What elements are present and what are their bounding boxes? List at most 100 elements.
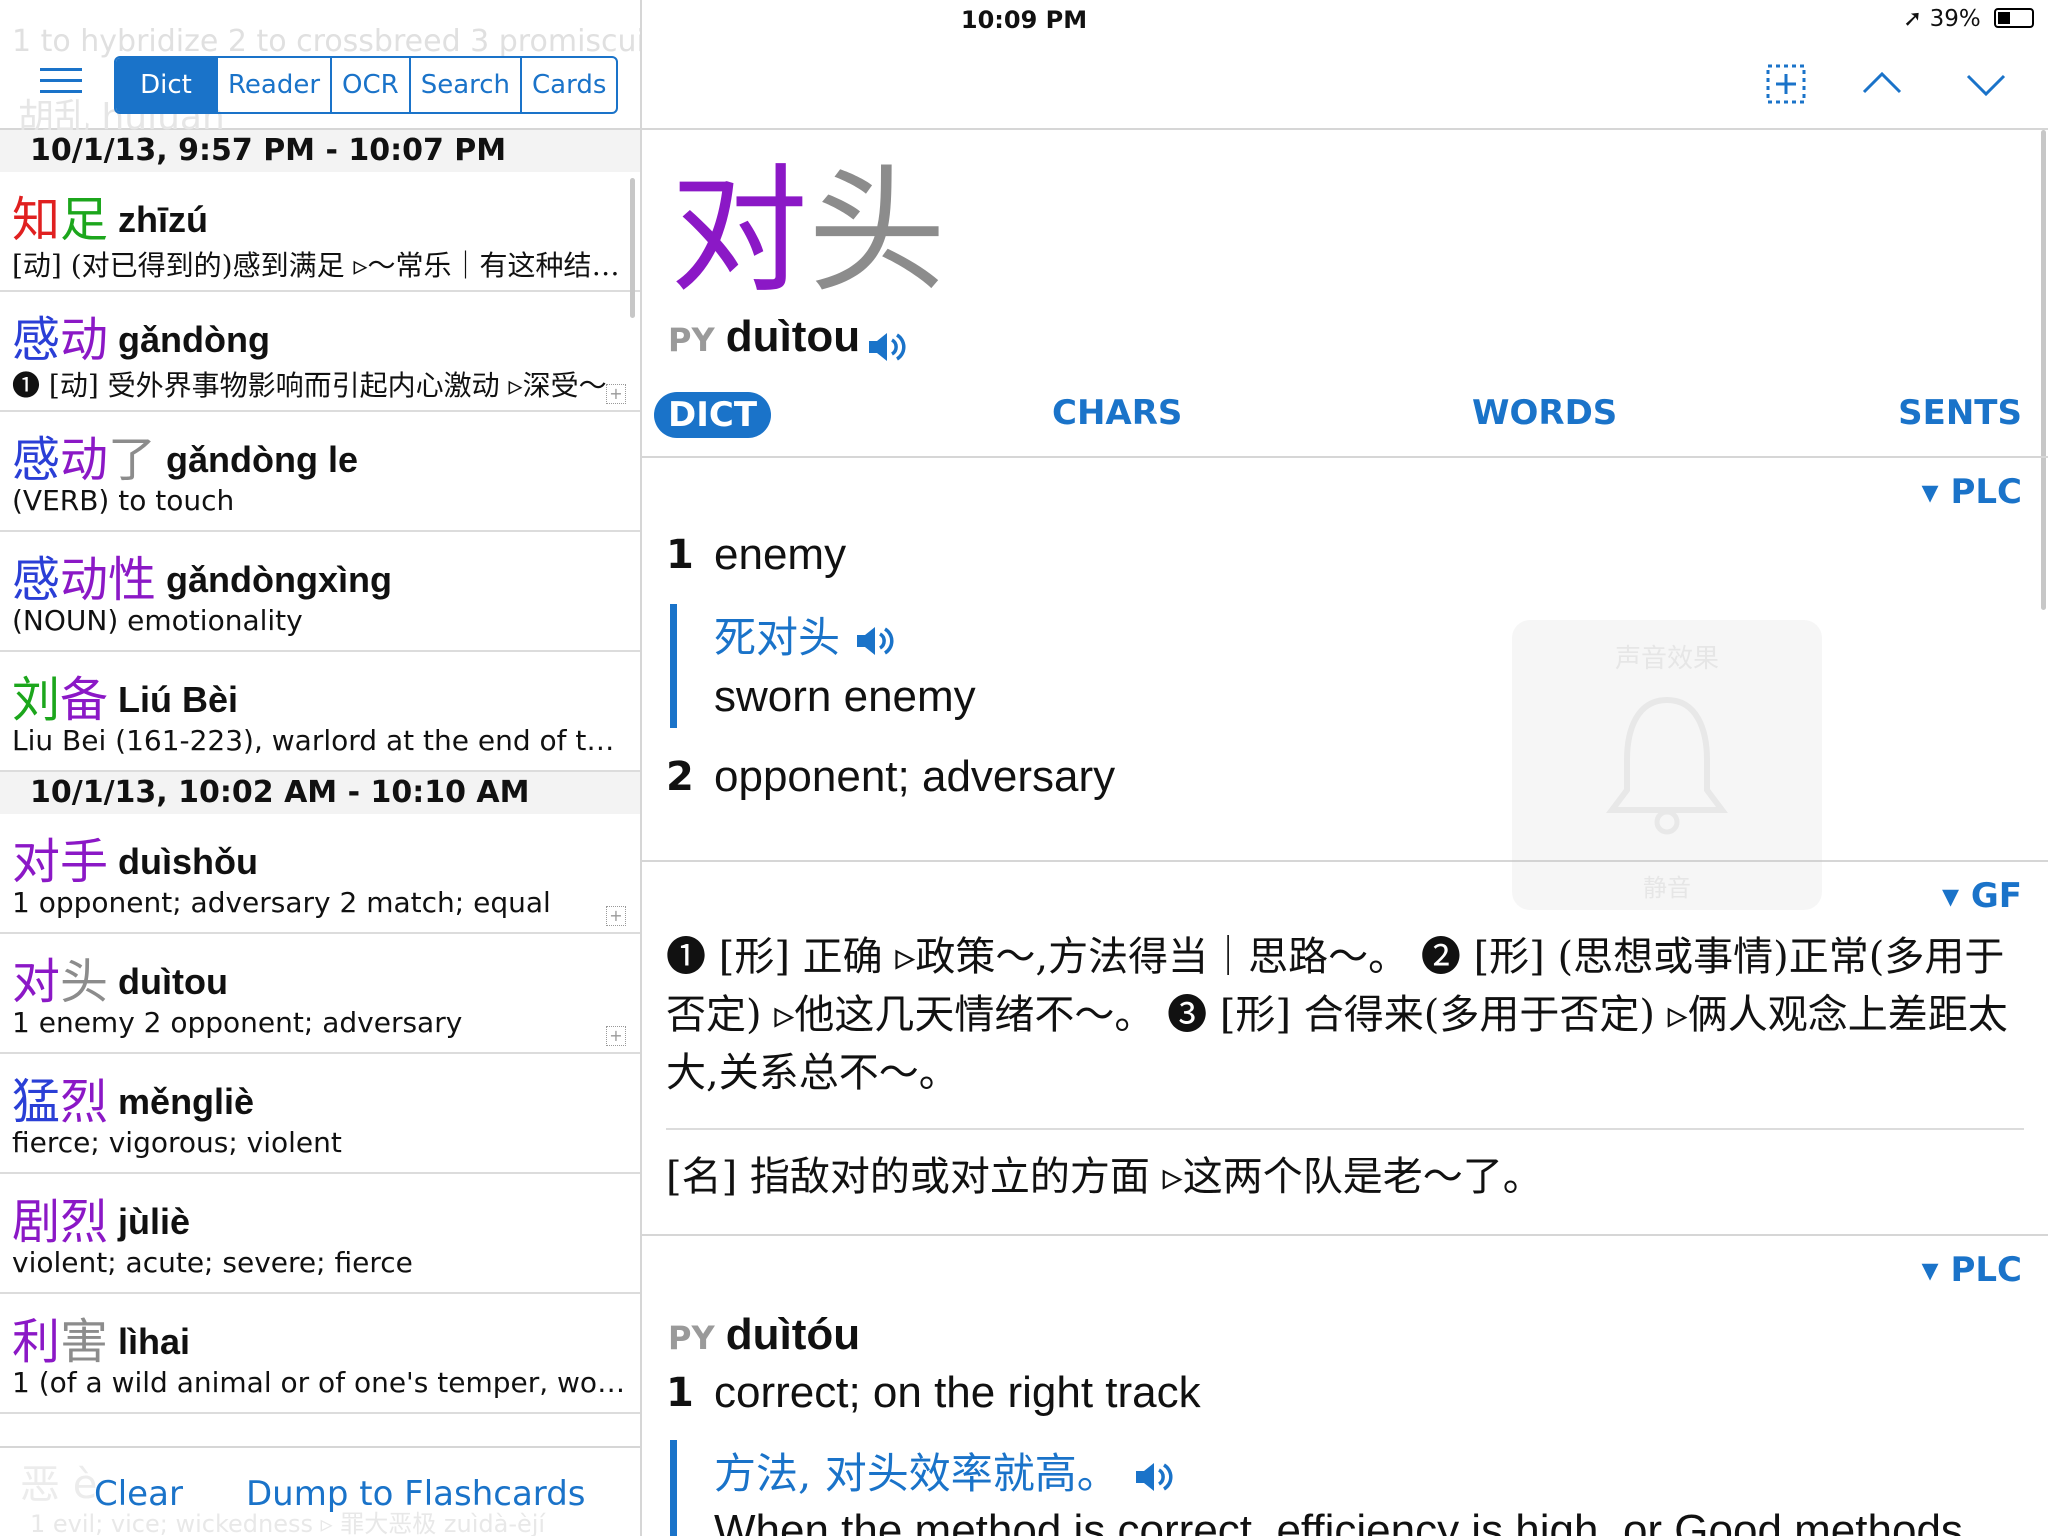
- segment-ocr[interactable]: OCR: [330, 58, 409, 112]
- headword-char: 感: [12, 552, 61, 608]
- headword-char: 动: [60, 552, 109, 608]
- history-entry[interactable]: 对手 duìshǒu 1 opponent; adversary 2 match; …: [0, 814, 640, 934]
- left-toolbar: 1 to hybridize 2 to crossbreed 3 promisc…: [0, 0, 640, 138]
- entry-headword: 知足 zhīzú: [12, 180, 208, 250]
- sense-text: enemy: [714, 530, 847, 579]
- hud-title: 声音效果: [1614, 644, 1719, 674]
- example-chinese[interactable]: 方法, 对头效率就高。: [714, 1440, 1176, 1501]
- example-bar: [670, 1440, 677, 1536]
- entry-headword: 利害 lìhai: [12, 1302, 190, 1372]
- entry-tabs: DICT CHARS WORDS SENTS: [642, 390, 2048, 458]
- entry-definition: Liu Bei (161-223), warlord at the end of…: [12, 724, 628, 757]
- scroll-ghost-headword: 恶 è: [20, 1462, 98, 1508]
- headword-char: 足: [60, 192, 109, 248]
- history-pane: 1 to hybridize 2 to crossbreed 3 promisc…: [0, 0, 642, 1536]
- history-entry[interactable]: 感动了 gǎndòng le (VERB) to touch: [0, 412, 640, 532]
- entry-definition: (VERB) to touch: [12, 484, 235, 517]
- headword-char: 利: [12, 1314, 61, 1370]
- headword-char: 对: [12, 834, 61, 890]
- history-footer: 恶 è 1 evil; vice; wickedness ▹ 罪大恶极 zuìd…: [0, 1446, 640, 1536]
- entry-definition: fierce; vigorous; violent: [12, 1126, 342, 1159]
- dump-to-flashcards-button[interactable]: Dump to Flashcards: [246, 1474, 586, 1514]
- entry-headword: 感动了 gǎndòng le: [12, 420, 358, 490]
- speaker-icon[interactable]: [1132, 1459, 1176, 1495]
- history-entry[interactable]: 感动 gǎndòng ❶ [动] 受外界事物影响而引起内心激动 ▹深受～ +: [0, 292, 640, 412]
- tab-sents[interactable]: SENTS: [1898, 390, 2022, 436]
- clear-button[interactable]: Clear: [94, 1474, 183, 1514]
- gf-section: ▾ GF ❶ [形] 正确 ▹政策～,方法得当｜思路～。 ❷ [形] (思想或事…: [642, 862, 2048, 1236]
- chevron-up-icon[interactable]: [1860, 62, 1904, 106]
- entry-definition: (NOUN) emotionality: [12, 604, 303, 637]
- example-chinese[interactable]: 死对头: [714, 604, 897, 665]
- tab-dict[interactable]: DICT: [654, 392, 772, 438]
- plc-section: ▾ PLC 1 enemy 死对头 sworn enemy 2 opponent…: [642, 458, 2048, 862]
- headword-char: 头: [60, 954, 109, 1010]
- entry-definition: 1 (of a wild animal or of one's temper, …: [12, 1366, 628, 1399]
- sense-number: 1: [666, 1370, 694, 1416]
- headword-char[interactable]: 对: [670, 151, 808, 312]
- sense-number: 2: [666, 754, 694, 800]
- pinyin-tag: PY: [668, 1319, 715, 1357]
- entry-pane: 对头 PY duìtou DICT CHARS WORDS SENTS ▾ PL…: [642, 0, 2048, 1536]
- entry-headword: 对头 duìtou: [12, 942, 228, 1012]
- chevron-down-icon[interactable]: [1964, 62, 2008, 106]
- sense-text: opponent; adversary: [714, 752, 1116, 801]
- add-flashcard-icon[interactable]: [1764, 62, 1808, 106]
- history-list: 10/1/13, 9:57 PM - 10:07 PM 知足 zhīzú [动] (对…: [0, 130, 640, 1414]
- headword: 对头: [670, 152, 946, 312]
- segment-dict[interactable]: Dict: [116, 58, 216, 112]
- history-scrollbar[interactable]: [630, 178, 635, 318]
- headword-char: 感: [12, 432, 61, 488]
- segment-cards[interactable]: Cards: [520, 58, 616, 112]
- tab-words[interactable]: WORDS: [1472, 390, 1617, 436]
- history-entry[interactable]: 利害 lìhai 1 (of a wild animal or of one's t…: [0, 1294, 640, 1414]
- entry-pinyin: duìshǒu: [118, 841, 259, 882]
- headword-char: 动: [60, 432, 109, 488]
- gf-definition-noun: [名] 指敌对的或对立的方面 ▹这两个队是老～了。: [666, 1154, 1543, 1200]
- entry-headword: 对手 duìshǒu: [12, 822, 258, 892]
- history-entry[interactable]: 刘备 Liú Bèi Liu Bei (161-223), warlord at t…: [0, 652, 640, 772]
- entry-headword: 感动 gǎndòng: [12, 300, 270, 370]
- add-to-list-icon[interactable]: +: [606, 384, 626, 404]
- add-to-list-icon[interactable]: +: [606, 906, 626, 926]
- entry-pinyin: duìtou: [118, 961, 228, 1002]
- plc-toggle[interactable]: ▾ PLC: [1922, 472, 2022, 512]
- plc-section-2: ▾ PLC PY duìtóu 1 correct; on the right …: [642, 1236, 2048, 1536]
- mode-segmented-control: Dict Reader OCR Search Cards: [114, 56, 619, 114]
- segment-search[interactable]: Search: [408, 58, 520, 112]
- speaker-icon[interactable]: [865, 329, 909, 365]
- headword-char: 知: [12, 192, 61, 248]
- add-to-list-icon[interactable]: +: [606, 1026, 626, 1046]
- plc-toggle[interactable]: ▾ PLC: [1922, 1250, 2022, 1290]
- headword-char: 烈: [60, 1074, 109, 1130]
- headword-char[interactable]: 头: [808, 151, 946, 312]
- entry-pinyin: gǎndòngxìng: [166, 559, 393, 600]
- bell-icon: [1606, 696, 1728, 835]
- entry-headword: 感动性 gǎndòngxìng: [12, 540, 392, 610]
- headword-char: 害: [60, 1314, 109, 1370]
- segment-reader[interactable]: Reader: [216, 58, 330, 112]
- speaker-icon[interactable]: [853, 623, 897, 659]
- history-entry[interactable]: 剧烈 jùliè violent; acute; severe; fierce: [0, 1174, 640, 1294]
- headword-char: 手: [60, 834, 109, 890]
- entry-pinyin: lìhai: [118, 1321, 191, 1362]
- entry-definition: violent; acute; severe; fierce: [12, 1246, 413, 1279]
- tab-chars[interactable]: CHARS: [1052, 390, 1182, 436]
- entry-pinyin: gǎndòng: [118, 319, 270, 360]
- history-entry[interactable]: 对头 duìtou 1 enemy 2 opponent; adversary +: [0, 934, 640, 1054]
- history-entry[interactable]: 猛烈 měngliè fierce; vigorous; violent: [0, 1054, 640, 1174]
- entry-pinyin: měngliè: [118, 1081, 255, 1122]
- headword-char: 刘: [12, 672, 61, 728]
- menu-icon[interactable]: [40, 68, 82, 96]
- pinyin: duìtou: [725, 312, 861, 361]
- example-chinese-text: 死对头: [714, 613, 841, 662]
- history-section-header: 10/1/13, 9:57 PM - 10:07 PM: [0, 130, 640, 172]
- history-entry[interactable]: 感动性 gǎndòngxìng (NOUN) emotionality: [0, 532, 640, 652]
- gf-toggle[interactable]: ▾ GF: [1942, 876, 2022, 916]
- entry-pinyin: zhīzú: [118, 199, 209, 240]
- history-entry[interactable]: 知足zhīzú[动] (对已得到的)感到满足 ▹～常乐｜有这种结果我已经～了。: [0, 172, 640, 292]
- entry-definition: 1 opponent; adversary 2 match; equal: [12, 886, 551, 919]
- headword-char: 备: [60, 672, 109, 728]
- headword-char: 感: [12, 312, 61, 368]
- example-english: When the method is correct, efficiency i…: [714, 1506, 1963, 1536]
